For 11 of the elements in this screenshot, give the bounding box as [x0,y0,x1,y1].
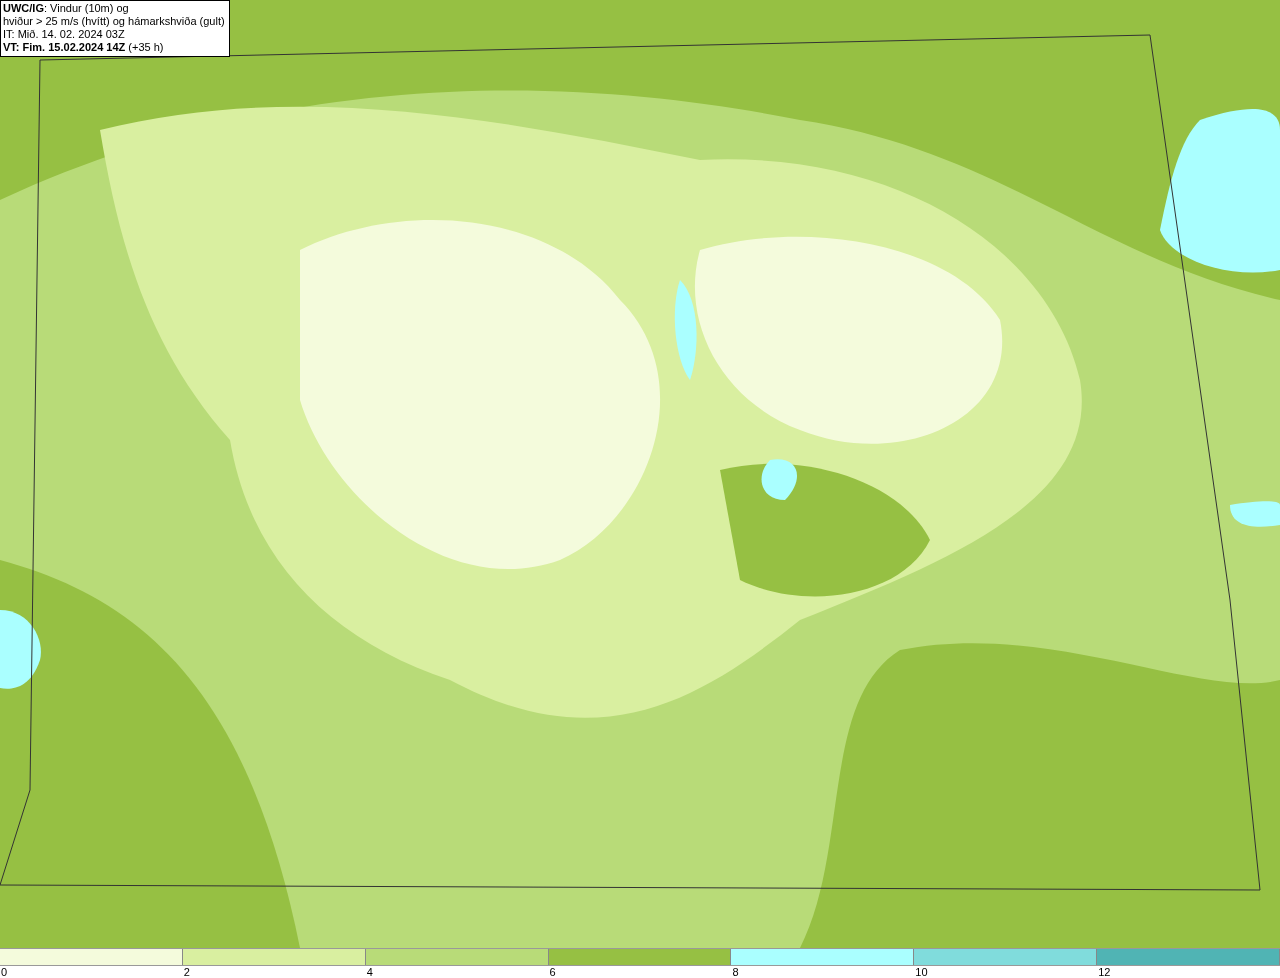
scale-label: 4 [365,966,373,978]
scale-label: 10 [914,966,928,978]
scale-label: 0 [0,966,8,978]
info-text: hviður > 25 m/s (hvítt) og hámarkshviða (gult) [3,15,225,28]
scale-label: 8 [731,966,739,978]
info-text: VT: Fim. 15.02.2024 14Z (+35 h) [3,41,165,54]
info-text: IT: Mið. 14. 02. 2024 03Z [3,28,126,41]
info-text: UWC/IG: Vindur (10m) og [3,2,130,15]
scale-label: 12 [1097,966,1111,978]
scale-label: 6 [548,966,556,978]
scale-label: 2 [182,966,190,978]
